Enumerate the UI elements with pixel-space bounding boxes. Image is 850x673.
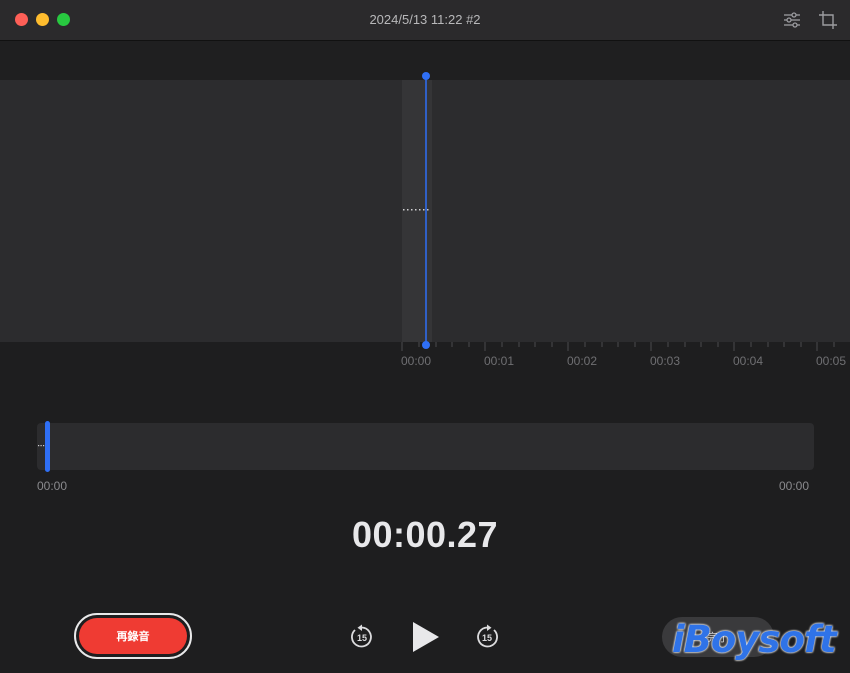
time-ruler: 00:00 00:01 00:02 00:03 00:04 00:05 <box>0 342 850 372</box>
skip-forward-icon: 15 <box>477 624 498 648</box>
overview-samples <box>38 445 45 447</box>
rerecord-label: 再錄音 <box>116 631 150 643</box>
skip-forward-seconds: 15 <box>482 633 492 643</box>
sliders-icon[interactable] <box>782 10 802 30</box>
rerecord-button[interactable]: 再錄音 <box>74 613 192 659</box>
ruler-label: 00:02 <box>567 354 598 368</box>
skip-forward-15-button[interactable]: 15 <box>474 624 500 650</box>
overview-end-time: 00:00 <box>779 479 810 493</box>
skip-back-15-button[interactable]: 15 <box>349 624 375 650</box>
ruler-ticks <box>401 342 835 351</box>
ruler-label: 00:01 <box>484 354 515 368</box>
play-button[interactable] <box>410 620 442 654</box>
overview-scrubber[interactable] <box>37 421 814 472</box>
elapsed-time: 00:00.27 <box>351 514 499 555</box>
window-title: 2024/5/13 11:22 #2 <box>369 12 481 27</box>
play-icon <box>413 622 439 652</box>
title-bar: 2024/5/13 11:22 #2 <box>0 0 850 41</box>
crop-icon[interactable] <box>818 10 838 30</box>
overview-playhead[interactable] <box>45 421 50 472</box>
skip-back-seconds: 15 <box>357 633 367 643</box>
ruler-label: 00:03 <box>650 354 681 368</box>
ruler-label: 00:04 <box>733 354 764 368</box>
playhead[interactable] <box>419 70 433 352</box>
iboysoft-watermark: iBoysoft <box>672 618 837 661</box>
ruler-label: 00:00 <box>401 354 432 368</box>
voice-memo-window: 2024/5/13 11:22 #2 00:00 00:01 00:02 00:… <box>0 0 850 673</box>
skip-back-icon: 15 <box>351 624 372 648</box>
ruler-label: 00:05 <box>816 354 847 368</box>
overview-start-time: 00:00 <box>37 479 68 493</box>
